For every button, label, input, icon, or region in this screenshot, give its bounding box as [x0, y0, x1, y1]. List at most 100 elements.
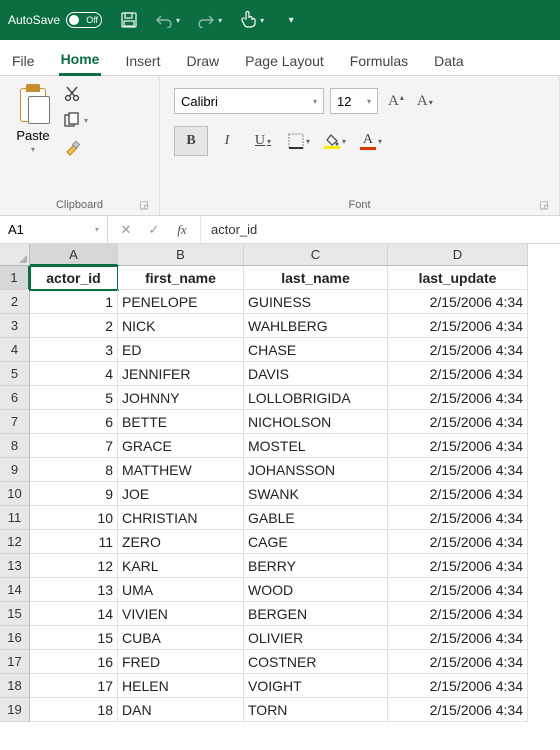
cell[interactable]: VOIGHT: [244, 674, 388, 698]
cell[interactable]: BETTE: [118, 410, 244, 434]
col-header-a[interactable]: A: [30, 244, 118, 266]
cell[interactable]: 2/15/2006 4:34: [388, 530, 528, 554]
cell[interactable]: 2/15/2006 4:34: [388, 314, 528, 338]
cell[interactable]: GABLE: [244, 506, 388, 530]
cell[interactable]: BERRY: [244, 554, 388, 578]
cell[interactable]: 9: [30, 482, 118, 506]
cell[interactable]: first_name: [118, 266, 244, 290]
cell[interactable]: 18: [30, 698, 118, 722]
chevron-down-icon[interactable]: ▾: [306, 137, 310, 146]
row-header[interactable]: 7: [0, 410, 30, 434]
cell[interactable]: 10: [30, 506, 118, 530]
cell[interactable]: WOOD: [244, 578, 388, 602]
row-header[interactable]: 5: [0, 362, 30, 386]
cell[interactable]: CUBA: [118, 626, 244, 650]
cell[interactable]: 2/15/2006 4:34: [388, 554, 528, 578]
cell[interactable]: UMA: [118, 578, 244, 602]
cell[interactable]: LOLLOBRIGIDA: [244, 386, 388, 410]
row-header[interactable]: 6: [0, 386, 30, 410]
cell[interactable]: COSTNER: [244, 650, 388, 674]
chevron-down-icon[interactable]: ▾: [84, 116, 88, 125]
cell[interactable]: FRED: [118, 650, 244, 674]
undo-button[interactable]: ▾: [156, 12, 180, 28]
cell[interactable]: 15: [30, 626, 118, 650]
col-header-b[interactable]: B: [118, 244, 244, 266]
cell[interactable]: 2/15/2006 4:34: [388, 602, 528, 626]
cell[interactable]: last_name: [244, 266, 388, 290]
row-header[interactable]: 15: [0, 602, 30, 626]
cell[interactable]: JOHANSSON: [244, 458, 388, 482]
borders-button[interactable]: ▾: [282, 126, 316, 156]
cell[interactable]: 12: [30, 554, 118, 578]
row-header[interactable]: 18: [0, 674, 30, 698]
cell[interactable]: DAVIS: [244, 362, 388, 386]
row-header[interactable]: 2: [0, 290, 30, 314]
row-header[interactable]: 10: [0, 482, 30, 506]
cell[interactable]: 3: [30, 338, 118, 362]
cell[interactable]: 2/15/2006 4:34: [388, 362, 528, 386]
cell[interactable]: TORN: [244, 698, 388, 722]
cell[interactable]: MOSTEL: [244, 434, 388, 458]
cell[interactable]: 2/15/2006 4:34: [388, 506, 528, 530]
toggle-switch[interactable]: Off: [66, 12, 102, 28]
save-icon[interactable]: [120, 11, 138, 29]
cell[interactable]: 2/15/2006 4:34: [388, 650, 528, 674]
tab-insert[interactable]: Insert: [123, 47, 162, 75]
cell[interactable]: actor_id: [30, 266, 118, 290]
dialog-launcher-icon[interactable]: ◲: [140, 200, 149, 211]
cell[interactable]: 17: [30, 674, 118, 698]
cell[interactable]: 16: [30, 650, 118, 674]
cell[interactable]: HELEN: [118, 674, 244, 698]
cell[interactable]: MATTHEW: [118, 458, 244, 482]
row-header[interactable]: 19: [0, 698, 30, 722]
cell[interactable]: JOE: [118, 482, 244, 506]
cell[interactable]: GRACE: [118, 434, 244, 458]
cell[interactable]: CHASE: [244, 338, 388, 362]
name-box[interactable]: A1 ▾: [0, 216, 108, 243]
cell[interactable]: 2/15/2006 4:34: [388, 290, 528, 314]
font-size-combo[interactable]: 12 ▾: [330, 88, 378, 114]
row-header[interactable]: 9: [0, 458, 30, 482]
formula-input[interactable]: actor_id: [201, 216, 560, 243]
row-header[interactable]: 4: [0, 338, 30, 362]
format-painter-button[interactable]: [64, 138, 88, 156]
cancel-formula-icon[interactable]: ✕: [112, 222, 140, 238]
redo-button[interactable]: ▾: [198, 12, 222, 28]
cell[interactable]: last_update: [388, 266, 528, 290]
dialog-launcher-icon[interactable]: ◲: [540, 200, 549, 211]
cell[interactable]: 2/15/2006 4:34: [388, 626, 528, 650]
chevron-down-icon[interactable]: ▾: [260, 16, 264, 25]
chevron-down-icon[interactable]: ▾: [378, 137, 382, 146]
cell[interactable]: 6: [30, 410, 118, 434]
cell[interactable]: VIVIEN: [118, 602, 244, 626]
cell[interactable]: 2/15/2006 4:34: [388, 386, 528, 410]
cell[interactable]: 13: [30, 578, 118, 602]
cell[interactable]: ED: [118, 338, 244, 362]
tab-home[interactable]: Home: [59, 45, 102, 76]
row-header[interactable]: 12: [0, 530, 30, 554]
cell[interactable]: 2/15/2006 4:34: [388, 578, 528, 602]
decrease-font-size-button[interactable]: A: [413, 93, 436, 110]
cell[interactable]: BERGEN: [244, 602, 388, 626]
row-header[interactable]: 14: [0, 578, 30, 602]
cell[interactable]: 4: [30, 362, 118, 386]
cell[interactable]: 2: [30, 314, 118, 338]
tab-page-layout[interactable]: Page Layout: [243, 47, 326, 75]
cell[interactable]: 5: [30, 386, 118, 410]
col-header-c[interactable]: C: [244, 244, 388, 266]
autosave-toggle[interactable]: AutoSave Off: [8, 12, 102, 28]
chevron-down-icon[interactable]: ▾: [342, 137, 346, 146]
font-name-combo[interactable]: Calibri ▾: [174, 88, 324, 114]
cell[interactable]: 2/15/2006 4:34: [388, 674, 528, 698]
cell[interactable]: 14: [30, 602, 118, 626]
cell[interactable]: 2/15/2006 4:34: [388, 458, 528, 482]
chevron-down-icon[interactable]: ▾: [218, 16, 222, 25]
spreadsheet-grid[interactable]: 12 345678910111213141516171819 actor_idfi…: [0, 266, 560, 722]
bold-button[interactable]: B: [174, 126, 208, 156]
cell[interactable]: 2/15/2006 4:34: [388, 434, 528, 458]
row-header[interactable]: 11: [0, 506, 30, 530]
cell[interactable]: DAN: [118, 698, 244, 722]
cell[interactable]: 8: [30, 458, 118, 482]
cell[interactable]: KARL: [118, 554, 244, 578]
cell[interactable]: CHRISTIAN: [118, 506, 244, 530]
